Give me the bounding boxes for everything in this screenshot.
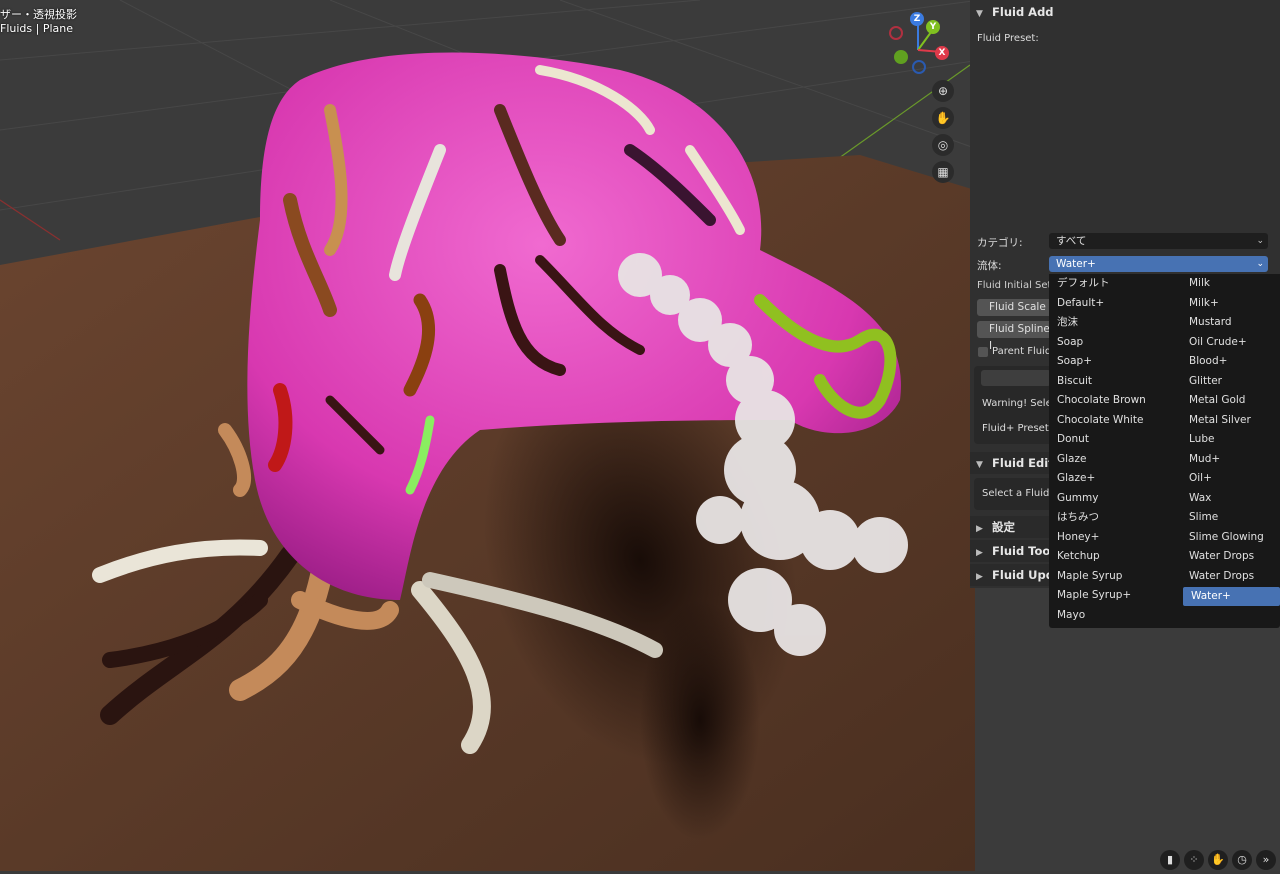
fluid-add-title: Fluid Add: [992, 5, 1054, 19]
menu-item-metal-silver[interactable]: Metal Silver: [1181, 411, 1278, 430]
menu-item-glaze[interactable]: Glaze: [1049, 450, 1179, 469]
fluid-label: 流体:: [977, 260, 1002, 272]
parent-fluid-checkbox[interactable]: [978, 347, 988, 357]
nodes-icon[interactable]: ⁘: [1184, 850, 1204, 870]
menu-item-oil-crude-plus[interactable]: Oil Crude+: [1181, 333, 1278, 352]
hand-icon[interactable]: ✋: [932, 107, 954, 129]
fluid-preset-label: Fluid Preset:: [977, 33, 1039, 44]
gizmo-z-icon[interactable]: Z: [910, 12, 924, 26]
stats-icon[interactable]: ▮: [1160, 850, 1180, 870]
apply-bar[interactable]: [981, 370, 1051, 386]
menu-item-glaze-plus[interactable]: Glaze+: [1049, 469, 1179, 488]
menu-item-mud-plus[interactable]: Mud+: [1181, 450, 1278, 469]
chevron-right-icon: ▶: [976, 548, 983, 558]
menu-item-chocolate-white[interactable]: Chocolate White: [1049, 411, 1179, 430]
expand-icon[interactable]: »: [1256, 850, 1276, 870]
gizmo-x-icon[interactable]: X: [935, 46, 949, 60]
zoom-icon[interactable]: ⊕: [932, 80, 954, 102]
gizmo-y-icon[interactable]: Y: [926, 20, 940, 34]
menu-item-maple-syrup-plus[interactable]: Maple Syrup+: [1049, 586, 1179, 605]
menu-item-ketchup[interactable]: Ketchup: [1049, 547, 1179, 566]
menu-item-lube[interactable]: Lube: [1181, 430, 1278, 449]
category-value: すべて: [1056, 235, 1087, 247]
chevron-right-icon: ▶: [976, 524, 983, 534]
select-fluid-text: Select a Fluid: [982, 488, 1050, 499]
grid-icon[interactable]: ▦: [932, 161, 954, 183]
menu-item-honey-plus[interactable]: Honey+: [1049, 528, 1179, 547]
gizmo-neg-z-icon[interactable]: [912, 60, 926, 74]
gizmo-neg-x-icon[interactable]: [889, 26, 903, 40]
menu-item-water-drops[interactable]: Water Drops: [1181, 547, 1278, 566]
menu-item-biscuit[interactable]: Biscuit: [1049, 372, 1179, 391]
clock-icon[interactable]: ◷: [1232, 850, 1252, 870]
menu-item-mayo[interactable]: Mayo: [1049, 606, 1179, 625]
viewport-title: ザー・透視投影: [0, 8, 77, 21]
menu-item-default[interactable]: デフォルト: [1049, 274, 1179, 293]
warning-text: Warning! Selec: [982, 398, 1058, 409]
menu-item-water-plus[interactable]: Water+: [1183, 587, 1280, 606]
chevron-right-icon: ▶: [976, 572, 983, 582]
chevron-down-icon: ▼: [976, 460, 983, 470]
camera-icon[interactable]: ◎: [932, 134, 954, 156]
menu-item-slime-glowing[interactable]: Slime Glowing: [1181, 528, 1278, 547]
fluid-value: Water+: [1056, 258, 1096, 270]
viewport-subtitle: Fluids | Plane: [0, 22, 73, 35]
navigation-gizmo[interactable]: Z Y X: [888, 10, 958, 80]
menu-item-mustard[interactable]: Mustard: [1181, 313, 1278, 332]
menu-item-soap-plus[interactable]: Soap+: [1049, 352, 1179, 371]
menu-item-metal-gold[interactable]: Metal Gold: [1181, 391, 1278, 410]
fluid-dropdown[interactable]: Water+ ⌄: [1049, 256, 1268, 272]
menu-item-donut[interactable]: Donut: [1049, 430, 1179, 449]
menu-item-maple-syrup[interactable]: Maple Syrup: [1049, 567, 1179, 586]
fluid-spline-button[interactable]: Fluid Spline I: [977, 321, 1052, 352]
preset-note: Fluid+ Preset.: [982, 423, 1052, 434]
category-dropdown[interactable]: すべて ⌄: [1049, 233, 1268, 249]
menu-item-soap[interactable]: Soap: [1049, 333, 1179, 352]
menu-item-default-plus[interactable]: Default+: [1049, 294, 1179, 313]
chevron-down-icon: ⌄: [1256, 259, 1264, 269]
hand-gesture-icon[interactable]: ✋: [1208, 850, 1228, 870]
menu-item-water-drops-anim[interactable]: Water Drops Anim: [1181, 567, 1278, 601]
menu-item-glitter[interactable]: Glitter: [1181, 372, 1278, 391]
menu-item-honey[interactable]: はちみつ: [1049, 508, 1179, 527]
menu-item-milk-plus[interactable]: Milk+: [1181, 294, 1278, 313]
fluid-dropdown-menu: デフォルト Default+ 泡沫 Soap Soap+ Biscuit Cho…: [1049, 274, 1280, 628]
initial-settings-label: Fluid Initial Sett: [977, 280, 1056, 291]
menu-item-blood-plus[interactable]: Blood+: [1181, 352, 1278, 371]
chevron-down-icon: ⌄: [1256, 236, 1264, 246]
category-label: カテゴリ:: [977, 237, 1023, 249]
parent-fluid-label: Parent Fluid: [992, 346, 1052, 357]
chevron-down-icon: ▼: [976, 9, 983, 19]
settings-title: 設定: [992, 520, 1016, 534]
menu-item-slime[interactable]: Slime: [1181, 508, 1278, 527]
menu-item-oil-plus[interactable]: Oil+: [1181, 469, 1278, 488]
menu-item-wax[interactable]: Wax: [1181, 489, 1278, 508]
menu-item-chocolate-brown[interactable]: Chocolate Brown: [1049, 391, 1179, 410]
menu-item-foam[interactable]: 泡沫: [1049, 313, 1179, 332]
fluid-scale-button[interactable]: Fluid Scale: [977, 299, 1052, 316]
gizmo-neg-y-icon[interactable]: [894, 50, 908, 64]
menu-item-milk[interactable]: Milk: [1181, 274, 1278, 293]
fluid-add-header[interactable]: ▼ Fluid Add: [970, 1, 1280, 23]
menu-item-gummy[interactable]: Gummy: [1049, 489, 1179, 508]
